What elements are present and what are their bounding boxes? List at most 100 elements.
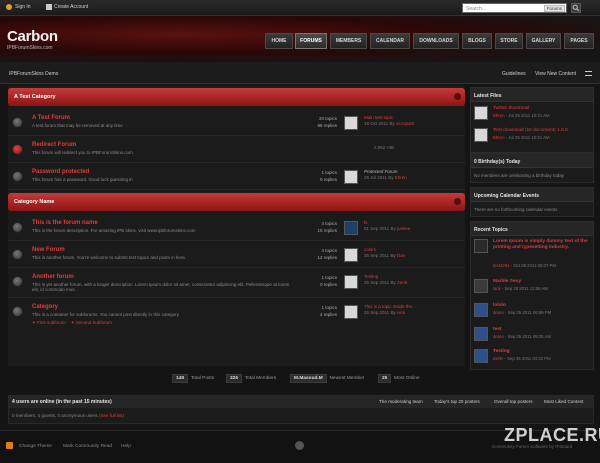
topic-title[interactable]: Lorem Ipsum is simply dummy text of the … (493, 239, 591, 251)
moderating-team-link[interactable]: The moderating team (379, 399, 423, 404)
redirect-hits: 2,952 Hits (374, 145, 395, 150)
topic-title[interactable]: Marble Sexy (493, 279, 521, 285)
sign-in-link[interactable]: Sign In (15, 4, 31, 10)
most-liked-link[interactable]: Most Liked Content (544, 399, 584, 404)
search-icon (572, 4, 580, 12)
avatar[interactable] (474, 303, 488, 317)
online-summary: 0 members, 4 guests, 0 anonymous users (… (12, 413, 125, 418)
category-title: Category Name (14, 199, 55, 205)
category-header[interactable]: A Test Category (8, 88, 465, 106)
nav-tab-calendar[interactable]: CALENDAR (370, 33, 410, 49)
last-post-user[interactable]: occupant (396, 121, 414, 126)
events-panel: Upcoming Calendar Events There are no fo… (470, 187, 594, 217)
forum-counts: 1 topics 0 replies (319, 275, 337, 287)
forum-title[interactable]: New Forum (32, 247, 65, 253)
last-post-info: Main test topic 19 Oct 2011 By occupant (364, 115, 415, 126)
last-post-user[interactable]: junkee (397, 226, 410, 231)
forum-counts: 1 topics 4 replies (319, 305, 337, 317)
forum-title[interactable]: Redirect Forum (32, 142, 76, 148)
nav-tab-gallery[interactable]: GALLERY (526, 33, 561, 49)
nav-tab-home[interactable]: HOME (265, 33, 293, 49)
overall-top-posters-link[interactable]: Overall top posters (494, 399, 533, 404)
avatar[interactable] (344, 221, 358, 235)
avatar[interactable] (474, 327, 488, 341)
panel-title: Latest Files (474, 92, 502, 99)
last-post-info: Testing 25 Sep 2011 By ZeriK (364, 274, 408, 285)
stat-total-members: 326 Total Members (226, 374, 276, 385)
avatar[interactable] (474, 239, 488, 253)
guidelines-link[interactable]: Guidelines (502, 71, 526, 77)
collapse-icon[interactable] (454, 198, 461, 205)
nav-tab-pages[interactable]: PAGES (564, 33, 594, 49)
full-list-link[interactable]: (See full list) (99, 413, 124, 418)
search-button[interactable] (571, 3, 581, 13)
topic-title[interactable]: Testing (493, 349, 510, 355)
forum-status-icon (12, 306, 23, 317)
subforum-link[interactable]: ✦ First subforum (32, 320, 66, 325)
change-theme-link[interactable]: Change Theme (19, 444, 52, 449)
forum-title[interactable]: This is the forum name (32, 220, 98, 226)
forum-title[interactable]: Category (32, 304, 58, 310)
search-input[interactable]: Search... Forums (462, 3, 567, 13)
topic-title[interactable]: lololo (493, 303, 506, 309)
rss-icon[interactable] (6, 442, 13, 449)
online-title: 4 users are online (in the past 15 minut… (12, 399, 112, 405)
mark-read-link[interactable]: Mark Community Read (63, 444, 112, 449)
forum-row: Category This is a container for subforu… (8, 298, 465, 332)
last-post-user[interactable]: nick (397, 310, 405, 315)
avatar[interactable] (344, 248, 358, 262)
nav-tab-downloads[interactable]: DOWNLOADS (413, 33, 459, 49)
forum-row: This is the forum name This is the forum… (8, 214, 465, 241)
newest-member-link[interactable]: M.Masoud.M (290, 374, 327, 383)
last-post-user[interactable]: Dav (397, 253, 405, 258)
subforum-link[interactable]: ✦ Second Subforum (71, 320, 112, 325)
search-placeholder: Search... (466, 5, 487, 12)
topic-title[interactable]: test (493, 327, 502, 333)
panel-text: There are no forthcoming calendar events (474, 207, 558, 212)
last-post-user[interactable]: Ehren (395, 175, 407, 180)
collapse-icon[interactable] (454, 93, 461, 100)
list-view-icon[interactable] (585, 71, 592, 76)
file-title[interactable]: Test download (txt document) 1.0.0 (493, 128, 568, 134)
create-account-link[interactable]: Create Account (54, 4, 88, 10)
file-title[interactable]: Twitter thumbnail (493, 106, 529, 112)
last-post-info: fx 01 Sep 2011 By junkee (364, 220, 411, 231)
back-to-top-icon[interactable] (295, 441, 304, 450)
topic-item: Testing ZeriK - Sep 25 2011 04:32 PM (474, 349, 592, 369)
category-title: A Test Category (14, 94, 56, 100)
forum-status-icon (12, 249, 23, 260)
nav-tab-store[interactable]: STORE (495, 33, 523, 49)
recent-topics-panel: Recent Topics Lorem Ipsum is simply dumm… (470, 221, 594, 370)
avatar[interactable] (474, 349, 488, 363)
create-account-icon (46, 4, 52, 10)
avatar[interactable] (344, 116, 358, 130)
top-posters-today-link[interactable]: Today's top 20 posters (434, 399, 480, 404)
forum-title[interactable]: A Test Forum (32, 115, 70, 121)
avatar[interactable] (344, 275, 358, 289)
online-users-panel: 4 users are online (in the past 15 minut… (8, 395, 594, 424)
forum-description: This forum has a password. Good luck gue… (32, 177, 133, 182)
last-post-user[interactable]: ZeriK (397, 280, 408, 285)
site-logo[interactable]: Carbon (7, 28, 58, 45)
forum-title[interactable]: Password protected (32, 169, 89, 175)
category-header[interactable]: Category Name (8, 193, 465, 211)
breadcrumb[interactable]: IPBForumSkins Demo (9, 71, 58, 77)
stat-most-online: 25 Most Online (378, 374, 420, 385)
forum-title[interactable]: Another forum (32, 274, 74, 280)
search-scope-select[interactable]: Forums (543, 5, 565, 12)
forum-row: A Test Forum A test forum that may be re… (8, 109, 465, 136)
subforum-list: ✦ First subforum ✦ Second Subforum (32, 320, 112, 326)
nav-tab-blogs[interactable]: BLOGS (462, 33, 492, 49)
view-new-content-link[interactable]: View New Content (535, 71, 576, 77)
help-link[interactable]: Help (121, 444, 131, 449)
nav-tab-forums[interactable]: FORUMS (295, 33, 327, 49)
panel-title: 0 Birthday(s) Today (474, 158, 521, 165)
avatar[interactable] (344, 305, 358, 319)
nav-tab-members[interactable]: MEMBERS (330, 33, 367, 49)
file-thumbnail[interactable] (474, 128, 488, 142)
panel-text: No members are celebrating a birthday to… (474, 173, 565, 178)
avatar[interactable] (474, 279, 488, 293)
sign-in-icon (6, 4, 12, 10)
file-thumbnail[interactable] (474, 106, 488, 120)
avatar[interactable] (344, 170, 358, 184)
